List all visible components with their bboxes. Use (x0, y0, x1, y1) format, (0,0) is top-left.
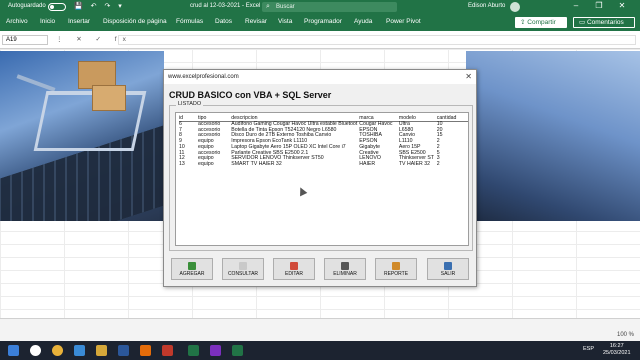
cell-id: 13 (179, 160, 185, 167)
excel-icon[interactable] (188, 345, 199, 356)
cell-descripcion: SMART TV HAIER 32 (231, 160, 282, 167)
clock-date: 25/03/2021 (603, 350, 631, 356)
tab-power-pivot[interactable]: Power Pivot (386, 18, 421, 25)
search-icon: ⌕ (266, 3, 270, 10)
zoom-level[interactable]: 100 % (617, 332, 634, 338)
windows-start-icon[interactable] (8, 345, 19, 356)
tab-insertar[interactable]: Insertar (68, 18, 90, 25)
close-icon[interactable]: ✕ (614, 1, 630, 10)
quick-access-toolbar[interactable]: 💾 ↶ ↷ ▾ (74, 2, 125, 10)
search-icon[interactable] (30, 345, 41, 356)
crud-userform: www.excelprofesional.com ✕ CRUD BASICO c… (163, 69, 477, 287)
consultar-button[interactable]: CONSULTAR (222, 258, 264, 280)
tab-datos[interactable]: Datos (215, 18, 232, 25)
tab-archivo[interactable]: Archivo (6, 18, 28, 25)
cell-cantidad: 2 (436, 160, 440, 167)
minimize-icon[interactable]: – (568, 1, 584, 10)
tab-ayuda[interactable]: Ayuda (354, 18, 372, 25)
avatar[interactable] (510, 2, 520, 12)
system-clock[interactable]: 16:27 25/03/2021 (603, 343, 631, 357)
table-row[interactable]: 13 equipo SMART TV HAIER 32 HAIER TV HAIER 3… (179, 160, 468, 168)
app-icon[interactable] (162, 345, 173, 356)
frame-label: LISTADO (176, 101, 204, 107)
tab-disposicion[interactable]: Disposición de página (103, 18, 167, 25)
excel-title-bar: Autoguardado 💾 ↶ ↷ ▾ crud al 12-03-2021 … (0, 0, 640, 14)
edit-icon (290, 262, 298, 270)
background-image[interactable] (466, 51, 640, 221)
excel-icon[interactable] (232, 345, 243, 356)
close-icon[interactable]: ✕ (465, 72, 472, 81)
tab-inicio[interactable]: Inicio (40, 18, 55, 25)
document-title: crud al 12-03-2021 - Excel (190, 3, 261, 9)
name-box[interactable]: A19 (2, 35, 48, 45)
eliminar-label: ELIMINAR (333, 271, 357, 277)
status-bar: 100 % (0, 331, 640, 341)
comments-button[interactable]: ▭ Comentarios (573, 17, 635, 28)
cart-handle-graphic (16, 74, 56, 92)
autosave-toggle[interactable] (48, 3, 66, 11)
dialog-title: www.excelprofesional.com (164, 70, 476, 84)
salir-label: SALIR (440, 271, 456, 277)
comments-label: Comentarios (586, 19, 624, 26)
consultar-label: CONSULTAR (227, 271, 259, 277)
report-icon (392, 262, 400, 270)
language-indicator[interactable]: ESP (583, 346, 594, 352)
exit-icon (444, 262, 452, 270)
action-buttons: AGREGAR CONSULTAR EDITAR ELIMINAR REPORT… (169, 258, 473, 282)
tab-vista[interactable]: Vista (278, 18, 292, 25)
cell-tipo: equipo (198, 160, 214, 167)
formula-bar: A19 ⋮ ✕ ✓ fx (0, 31, 640, 49)
app-icon[interactable] (210, 345, 221, 356)
agregar-label: AGREGAR (179, 271, 205, 277)
records-listbox[interactable]: id tipo descripcion marca modelo cantida… (175, 112, 469, 246)
tab-revisar[interactable]: Revisar (245, 18, 267, 25)
edge-icon[interactable] (74, 345, 85, 356)
tab-programador[interactable]: Programador (304, 18, 342, 25)
share-button[interactable]: ⇪ Compartir (515, 17, 567, 28)
form-heading: CRUD BASICO con VBA + SQL Server (169, 90, 332, 100)
cart-graphic (33, 91, 147, 151)
delete-icon (341, 262, 349, 270)
shopping-cart-image[interactable] (0, 51, 164, 221)
cell-marca: HAIER (359, 160, 376, 167)
restore-icon[interactable]: ❐ (591, 1, 607, 10)
app-icon[interactable] (140, 345, 151, 356)
comment-icon: ▭ (579, 19, 587, 26)
add-icon (188, 262, 196, 270)
package-graphic (92, 85, 126, 111)
user-name[interactable]: Edison Aburto (468, 3, 505, 9)
tab-formulas[interactable]: Fórmulas (176, 18, 203, 25)
search-placeholder: Buscar (276, 4, 295, 10)
share-label: Compartir (527, 19, 556, 26)
clock-time: 16:27 (609, 343, 624, 349)
autosave-label: Autoguardado (8, 3, 46, 9)
listado-frame: LISTADO id tipo descripcion marca modelo… (169, 101, 473, 251)
chrome-icon[interactable] (52, 345, 63, 356)
editar-label: EDITAR (285, 271, 303, 277)
reporte-button[interactable]: REPORTE (375, 258, 417, 280)
editar-button[interactable]: EDITAR (273, 258, 315, 280)
records-table: id tipo descripcion marca modelo cantida… (179, 115, 468, 168)
sheet-tabs-bar[interactable] (0, 318, 640, 331)
windows-taskbar: ESP 16:27 25/03/2021 (0, 341, 640, 360)
cell-modelo: TV HAIER 32 (398, 160, 431, 167)
reporte-label: REPORTE (383, 271, 409, 277)
eliminar-button[interactable]: ELIMINAR (324, 258, 366, 280)
file-explorer-icon[interactable] (96, 345, 107, 356)
word-icon[interactable] (118, 345, 129, 356)
agregar-button[interactable]: AGREGAR (171, 258, 213, 280)
search-box[interactable]: ⌕ Buscar (262, 2, 397, 12)
salir-button[interactable]: SALIR (427, 258, 469, 280)
formula-input[interactable] (118, 35, 636, 45)
ribbon-tabs: Archivo Inicio Insertar Disposición de p… (0, 14, 640, 31)
search-icon (239, 262, 247, 270)
